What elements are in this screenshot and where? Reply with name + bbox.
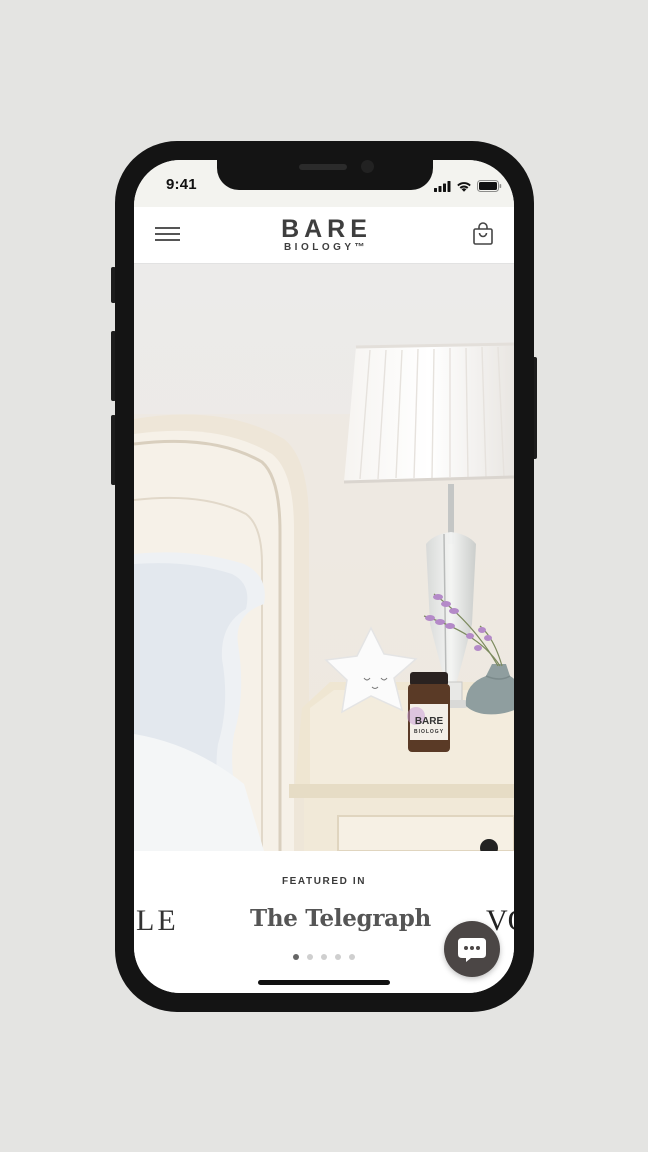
- carousel-dot[interactable]: [335, 954, 341, 960]
- home-indicator[interactable]: [258, 980, 390, 985]
- signal-icon: [434, 181, 451, 192]
- status-bar: 9:41: [134, 160, 514, 207]
- brand-subname: BIOLOGY™: [283, 242, 369, 253]
- carousel-dot[interactable]: [293, 954, 299, 960]
- battery-icon: [477, 180, 502, 192]
- chat-button[interactable]: [444, 921, 500, 977]
- press-logo-elle[interactable]: LE: [136, 904, 179, 938]
- hero-image[interactable]: BARE BIOLOGY: [134, 264, 514, 851]
- carousel-dot[interactable]: [321, 954, 327, 960]
- site-header: BARE BIOLOGY™: [134, 207, 514, 264]
- product-label-brand: BARE: [415, 716, 444, 727]
- wifi-icon: [457, 182, 471, 192]
- brand-name: BARE: [281, 215, 372, 243]
- carousel-dot[interactable]: [307, 954, 313, 960]
- chat-bubble-icon: [458, 938, 486, 962]
- status-icons: [434, 178, 502, 192]
- featured-in-label: FEATURED IN: [281, 876, 367, 887]
- product-label-sub: BIOLOGY: [414, 729, 444, 735]
- status-time: 9:41: [166, 176, 197, 193]
- press-logo-telegraph[interactable]: The Telegraph: [250, 905, 431, 932]
- carousel-dot[interactable]: [349, 954, 355, 960]
- speaker-grille: [299, 164, 347, 170]
- bedroom-photo: BARE BIOLOGY: [134, 264, 514, 851]
- front-camera: [361, 160, 374, 173]
- phone-screen: 9:41 BARE BIOLOGY™ BARE BIOLOGY FEATURED…: [134, 160, 514, 993]
- brand-logo[interactable]: BARE BIOLOGY™: [134, 216, 514, 254]
- shopping-bag-icon[interactable]: [472, 222, 494, 246]
- notch: [217, 160, 433, 190]
